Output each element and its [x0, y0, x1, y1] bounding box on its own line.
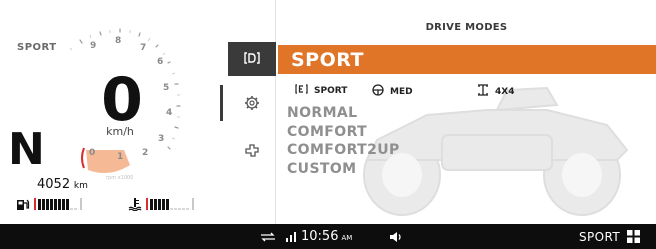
level-end-marker [80, 198, 82, 210]
sub-setting-steering-label: MED [390, 86, 413, 97]
level-segment [70, 207, 73, 210]
level-segment [66, 198, 69, 210]
volume-icon[interactable] [389, 224, 403, 249]
odometer-unit: km [73, 181, 88, 191]
gauge-number-2: 2 [142, 148, 149, 158]
speed-value: 0 [101, 65, 143, 135]
clock: 10:56 AM [301, 224, 352, 249]
coolant-temp-bar [146, 198, 194, 210]
level-segment [178, 207, 181, 210]
gauge-number-3: 3 [158, 134, 165, 144]
selected-mode-bar[interactable]: SPORT [278, 45, 656, 74]
clock-ampm: AM [341, 234, 353, 242]
signal-icon [286, 224, 300, 249]
nav-scroll-indicator [220, 85, 223, 121]
vehicle-tab[interactable] [228, 138, 276, 168]
level-segment [58, 198, 61, 210]
sub-setting-engine: SPORT [295, 84, 347, 97]
sub-setting-drivetrain: 4X4 [477, 84, 514, 99]
level-segment [186, 207, 189, 210]
statusbar-mode-label: SPORT [579, 229, 621, 244]
level-segment [74, 207, 77, 210]
level-segment [46, 198, 49, 210]
gauge-number-8: 8 [115, 36, 122, 46]
steering-icon [372, 84, 384, 99]
gauge-number-9: 9 [90, 41, 97, 51]
level-segment [170, 207, 173, 210]
drive-mode-tab[interactable] [228, 44, 276, 74]
fuel-level-bar [34, 198, 82, 210]
level-segment [38, 198, 41, 210]
panel-title: DRIVE MODES [425, 22, 508, 33]
statusbar-mode: SPORT [579, 224, 620, 249]
coolant-temp-icon [127, 197, 143, 211]
gear-icon [244, 95, 260, 115]
clock-time: 10:56 [301, 229, 339, 244]
fuel-icon [15, 197, 31, 211]
level-segment [62, 198, 65, 210]
gear-indicator: N [8, 124, 45, 175]
rpm-label: rpm x1000 [106, 175, 134, 181]
mode-option-comfort2up[interactable]: COMFORT2UP [287, 141, 400, 160]
engine-mode-icon [295, 84, 308, 97]
mode-option-custom[interactable]: CUSTOM [287, 160, 400, 179]
sub-setting-engine-label: SPORT [314, 85, 348, 96]
speed-unit: km/h [106, 125, 134, 138]
mode-option-comfort[interactable]: COMFORT [287, 123, 400, 142]
level-segment [162, 198, 165, 210]
level-segment [158, 198, 161, 210]
connection-icon[interactable] [260, 224, 276, 249]
level-segment [154, 198, 157, 210]
drivetrain-icon [477, 84, 489, 99]
status-bar: 10:56 AM SPORT [0, 224, 656, 249]
sub-setting-drivetrain-label: 4X4 [495, 86, 515, 97]
level-segment [42, 198, 45, 210]
gauge-number-5: 5 [163, 83, 170, 93]
gauge-number-4: 4 [166, 108, 173, 118]
level-segment [166, 198, 169, 210]
level-segment [54, 198, 57, 210]
selected-mode-label: SPORT [291, 49, 364, 71]
gauge-redline-marker [81, 147, 85, 169]
odometer: 4052 km [37, 177, 88, 192]
drive-modes-panel: DRIVE MODES SPORT SPORT MED 4X4 NORMAL C… [277, 0, 656, 224]
sub-setting-steering: MED [372, 84, 413, 99]
level-end-marker [192, 198, 194, 210]
level-segment [150, 198, 153, 210]
drive-mode-list: NORMAL COMFORT COMFORT2UP CUSTOM [287, 104, 400, 178]
settings-tab[interactable] [228, 90, 276, 120]
gauge-number-1: 1 [117, 152, 124, 162]
level-segment [174, 207, 177, 210]
level-segment [182, 207, 185, 210]
fuel-gauge [15, 197, 82, 211]
odometer-value: 4052 [37, 177, 71, 192]
mode-option-normal[interactable]: NORMAL [287, 104, 400, 123]
coolant-temp-gauge [127, 197, 194, 211]
gauge-number-6: 6 [157, 57, 164, 67]
gauge-number-7: 7 [140, 43, 147, 53]
gauge-number-0: 0 [89, 148, 96, 158]
level-segment [50, 198, 53, 210]
drive-mode-icon [244, 50, 260, 69]
grid-menu-icon[interactable] [627, 224, 640, 249]
instrument-cluster: SPORT 9 8 7 6 5 4 3 2 1 0 0 km/h N rpm x… [0, 0, 228, 224]
puzzle-icon [244, 143, 260, 163]
